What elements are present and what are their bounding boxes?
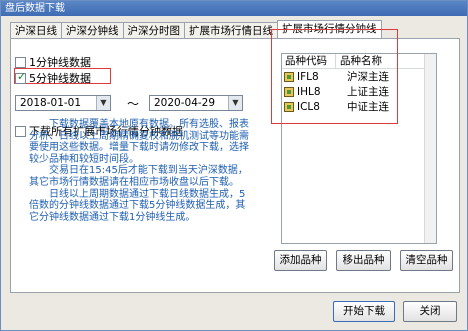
note-paragraph: 下载数据覆盖本地原有数据。所有选股、报表分析、日线以上周期精确复权和脱机测试等功…: [29, 119, 249, 165]
clear-products-button[interactable]: 清空品种: [400, 250, 453, 271]
close-button[interactable]: 关闭: [403, 301, 457, 322]
note-paragraph: 日线以上周期数据通过下载日线数据生成，5倍数的分钟线数据通过下载5分钟线数据生成…: [29, 188, 246, 223]
download-all-checkbox[interactable]: [15, 125, 26, 137]
end-date-picker[interactable]: 2020-04-29 ▼: [149, 95, 243, 111]
five-min-option[interactable]: ✓ 5分钟线数据: [15, 70, 91, 86]
product-list-highlight: [271, 29, 398, 124]
start-date-value: 2018-01-01: [20, 97, 82, 109]
five-min-label: 5分钟线数据: [29, 72, 91, 85]
one-min-checkbox[interactable]: [15, 56, 26, 68]
date-separator: ～: [127, 97, 140, 111]
remove-product-button[interactable]: 移出品种: [336, 250, 391, 271]
list-scrollbar[interactable]: [424, 54, 436, 243]
title-bar: 盘后数据下载: [1, 1, 467, 16]
start-date-picker[interactable]: 2018-01-01 ▼: [15, 95, 111, 111]
note-paragraph: 交易日在15:45后才能下载到当天沪深数据，其它市场行情数据请在相应市场收盘以后…: [29, 165, 248, 188]
add-product-button[interactable]: 添加品种: [274, 250, 327, 271]
end-date-value: 2020-04-29: [154, 97, 216, 109]
window-title: 盘后数据下载: [5, 3, 65, 14]
chevron-down-icon[interactable]: ▼: [96, 96, 110, 110]
download-notes: 下载数据覆盖本地原有数据。所有选股、报表分析、日线以上周期精确复权和脱机测试等功…: [29, 119, 255, 223]
chevron-down-icon[interactable]: ▼: [228, 96, 242, 110]
start-download-button[interactable]: 开始下载: [333, 301, 395, 322]
five-min-checkbox[interactable]: ✓: [15, 69, 27, 84]
check-icon: ✓: [17, 69, 27, 83]
download-dialog: 盘后数据下载 沪深日线 沪深分钟线 沪深分时图 扩展市场行情日线 扩展市场行情分…: [0, 0, 468, 331]
